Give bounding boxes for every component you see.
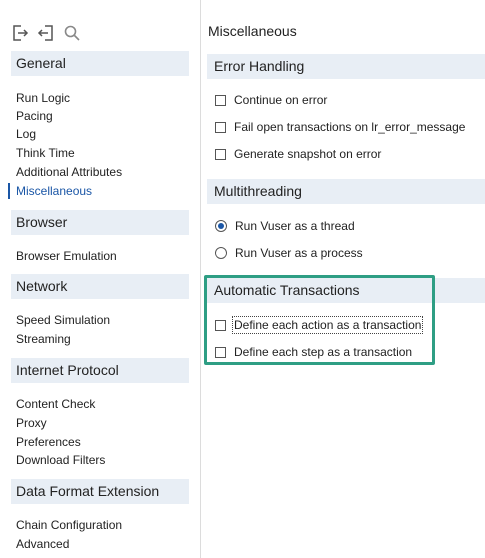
option-label: Define each action as a transaction	[231, 316, 424, 334]
group-automatic-transactions: Automatic Transactions	[207, 278, 485, 303]
sidebar-item-chain-configuration[interactable]: Chain Configuration	[16, 516, 122, 534]
sidebar-item-proxy[interactable]: Proxy	[16, 414, 47, 432]
search-icon[interactable]	[62, 22, 82, 44]
section-browser: Browser	[11, 210, 189, 235]
checkbox[interactable]	[215, 319, 226, 331]
sidebar-item-additional-attributes[interactable]: Additional Attributes	[16, 163, 122, 181]
settings-panel: Miscellaneous Error Handling Continue on…	[201, 0, 485, 558]
sidebar-item-pacing[interactable]: Pacing	[16, 107, 53, 125]
sidebar-item-miscellaneous[interactable]: Miscellaneous	[16, 182, 92, 200]
section-general: General	[11, 51, 189, 76]
group-multithreading: Multithreading	[207, 179, 485, 204]
checkbox[interactable]	[215, 148, 226, 160]
checkbox[interactable]	[215, 94, 226, 106]
sidebar-item-download-filters[interactable]: Download Filters	[16, 451, 105, 469]
option-run-vuser-thread[interactable]: Run Vuser as a thread	[215, 219, 355, 233]
option-label: Fail open transactions on lr_error_messa…	[234, 120, 466, 134]
option-label: Run Vuser as a thread	[235, 219, 355, 233]
section-network: Network	[11, 274, 189, 299]
sidebar-item-browser-emulation[interactable]: Browser Emulation	[16, 247, 117, 265]
sidebar-item-log[interactable]: Log	[16, 125, 36, 143]
option-continue-on-error[interactable]: Continue on error	[215, 93, 327, 107]
option-define-action-transaction[interactable]: Define each action as a transaction	[215, 316, 424, 334]
option-label: Continue on error	[234, 93, 328, 107]
sidebar-item-run-logic[interactable]: Run Logic	[16, 89, 70, 107]
option-run-vuser-process[interactable]: Run Vuser as a process	[215, 246, 363, 260]
active-indicator	[8, 183, 10, 199]
page-title: Miscellaneous	[208, 23, 297, 39]
option-define-step-transaction[interactable]: Define each step as a transaction	[215, 345, 412, 359]
option-fail-open-transactions[interactable]: Fail open transactions on lr_error_messa…	[215, 120, 465, 134]
export-icon[interactable]	[10, 22, 30, 44]
import-icon[interactable]	[36, 22, 56, 44]
group-error-handling: Error Handling	[207, 54, 485, 79]
option-label: Define each step as a transaction	[234, 345, 413, 359]
settings-sidebar: General Run Logic Pacing Log Think Time …	[0, 0, 201, 558]
sidebar-item-content-check[interactable]: Content Check	[16, 395, 95, 413]
section-data-format-extension: Data Format Extension	[11, 479, 189, 504]
radio-selected[interactable]	[215, 220, 227, 232]
sidebar-item-think-time[interactable]: Think Time	[16, 144, 75, 162]
option-label: Run Vuser as a process	[235, 246, 363, 260]
sidebar-item-advanced[interactable]: Advanced	[16, 535, 69, 553]
sidebar-item-preferences[interactable]: Preferences	[16, 433, 81, 451]
option-generate-snapshot[interactable]: Generate snapshot on error	[215, 147, 381, 161]
section-internet-protocol: Internet Protocol	[11, 358, 189, 383]
sidebar-item-streaming[interactable]: Streaming	[16, 330, 71, 348]
checkbox[interactable]	[215, 346, 226, 358]
option-label: Generate snapshot on error	[234, 147, 382, 161]
sidebar-item-speed-simulation[interactable]: Speed Simulation	[16, 311, 110, 329]
toolbar	[10, 22, 82, 44]
checkbox[interactable]	[215, 121, 226, 133]
radio[interactable]	[215, 247, 227, 259]
